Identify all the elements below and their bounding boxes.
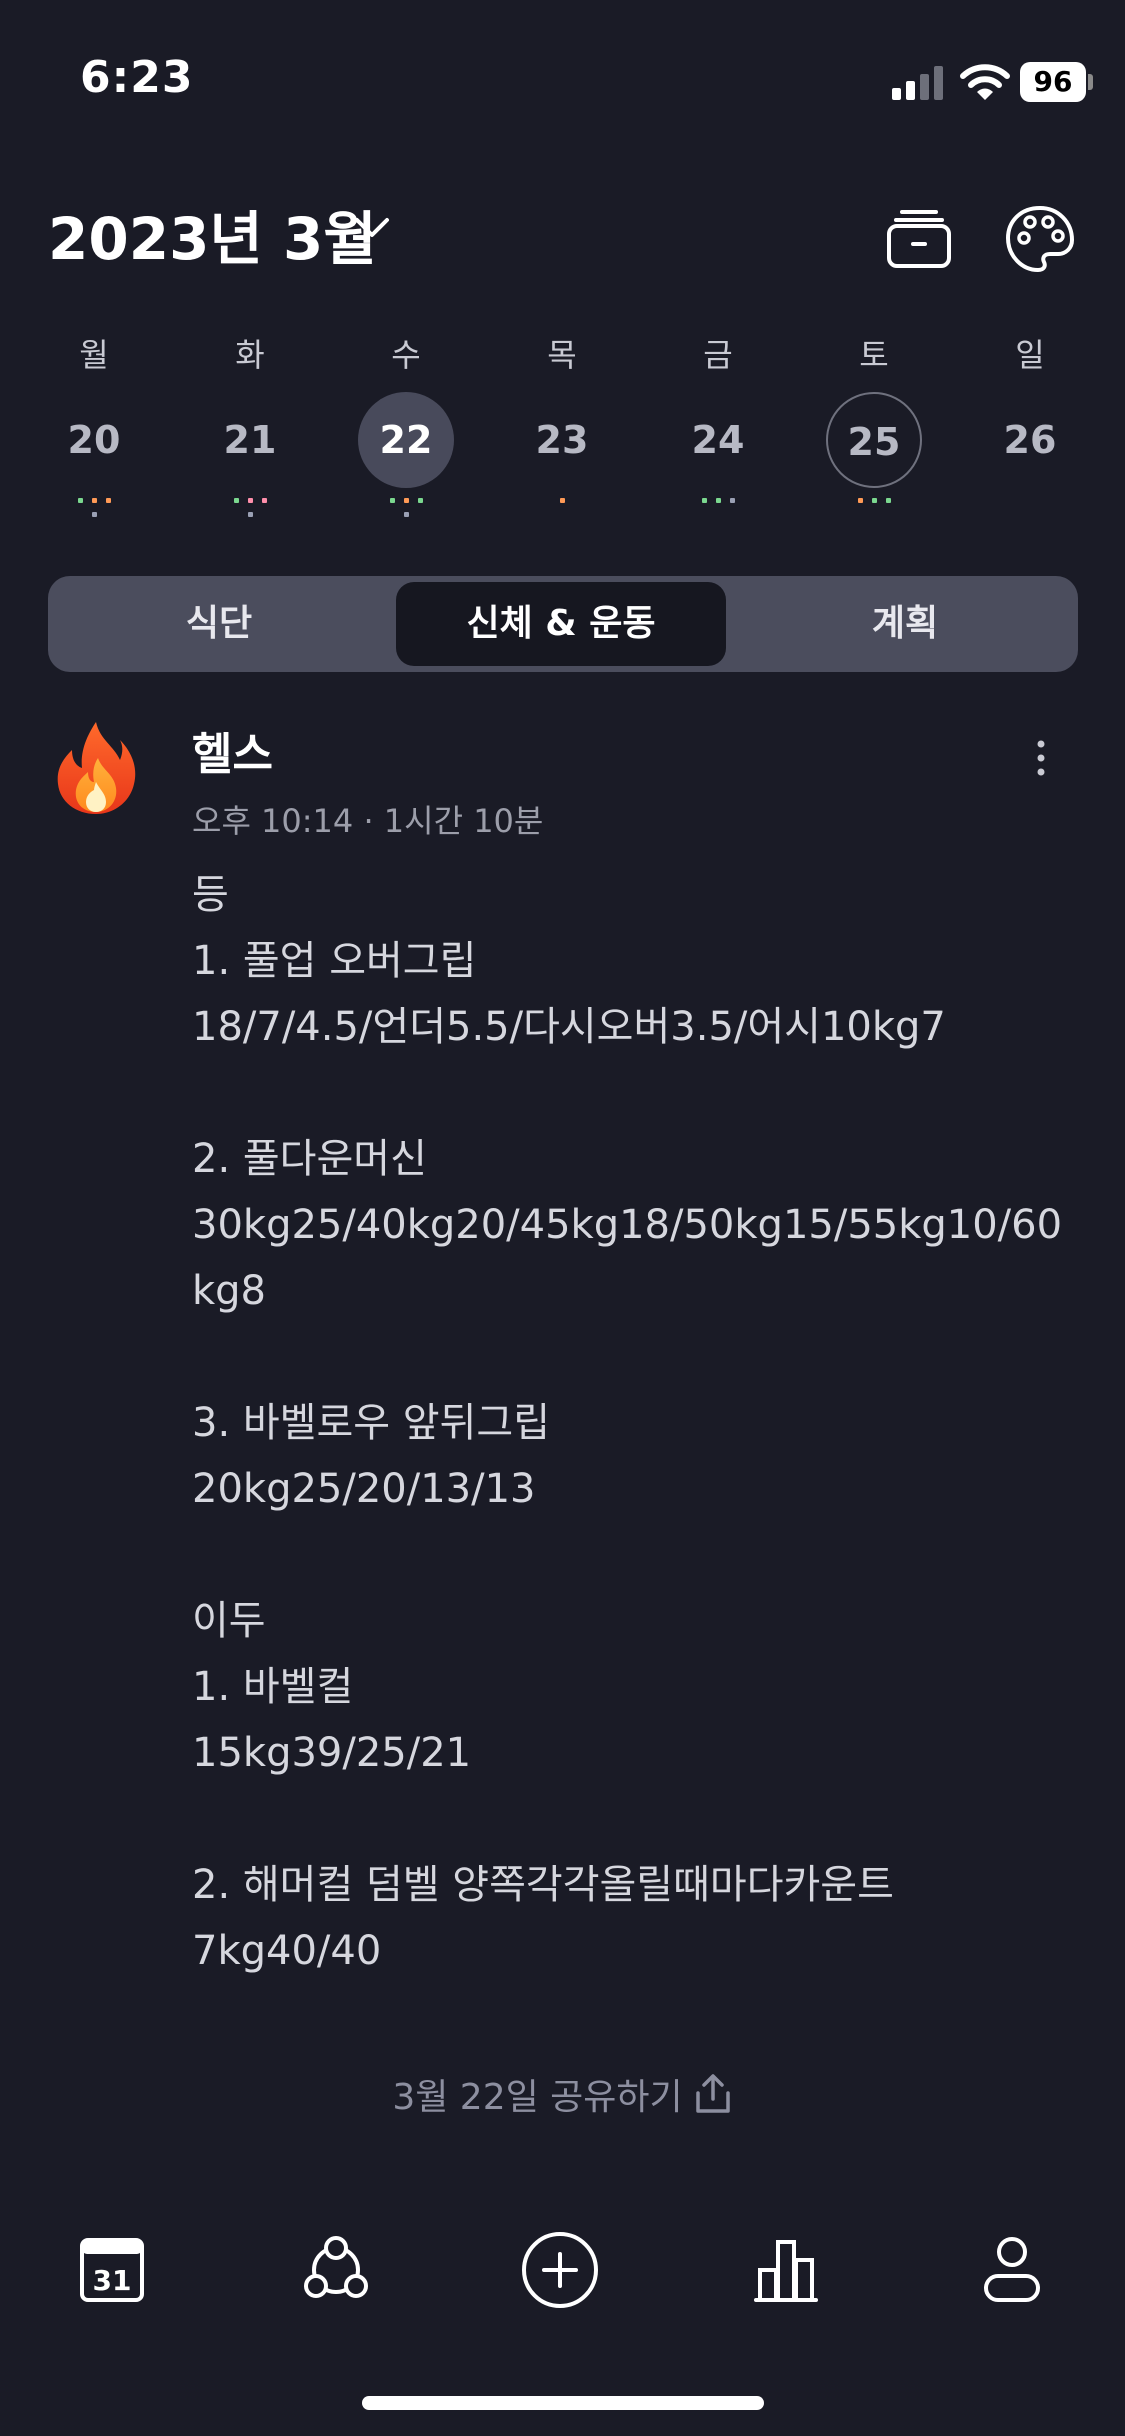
day-number[interactable]: 20	[46, 392, 142, 488]
day-24[interactable]: 금 24	[663, 330, 773, 530]
cellular-signal-icon	[892, 66, 943, 100]
share-label: 3월 22일 공유하기	[392, 2077, 683, 2118]
activity-dot	[390, 498, 395, 503]
day-number[interactable]: 24	[670, 392, 766, 488]
activity-dot	[92, 498, 97, 503]
day-20[interactable]: 월 20	[39, 330, 149, 530]
activity-dots	[39, 498, 149, 528]
day-of-week-label: 토	[859, 336, 889, 374]
activity-dot	[248, 498, 253, 503]
day-21[interactable]: 화 21	[195, 330, 305, 530]
day-of-week-label: 일	[1015, 336, 1045, 374]
day-number[interactable]: 26	[982, 392, 1078, 488]
day-26[interactable]: 일 26	[975, 330, 1085, 530]
month-title[interactable]: 2023년 3월	[48, 192, 377, 276]
day-22[interactable]: 수 22	[351, 330, 461, 530]
fire-icon	[57, 722, 136, 814]
wifi-icon	[960, 64, 1010, 100]
activity-dot	[106, 498, 111, 503]
calendar-icon[interactable]: 31	[72, 2230, 152, 2310]
day-number[interactable]: 23	[514, 392, 610, 488]
activity-dots	[507, 498, 617, 528]
share-icon	[695, 2074, 730, 2113]
day-number[interactable]: 21	[202, 392, 298, 488]
activity-dot	[404, 498, 409, 503]
bottom-tab-bar: 31	[0, 2220, 1125, 2340]
activity-dot	[702, 498, 707, 503]
profile-icon[interactable]	[972, 2230, 1052, 2310]
activity-dot	[872, 498, 877, 503]
week-strip: 월 20 화 21 수 22 목 23 금 24 토 25 일 26	[0, 330, 1125, 530]
activity-dot	[248, 512, 253, 517]
home-indicator	[362, 2396, 764, 2410]
activity-dots	[819, 498, 929, 528]
day-23[interactable]: 목 23	[507, 330, 617, 530]
calendar-day-number: 31	[93, 2264, 132, 2297]
day-of-week-label: 수	[391, 336, 421, 374]
status-time: 6:23	[80, 52, 194, 103]
activity-dot	[560, 498, 565, 503]
activity-dot	[92, 512, 97, 517]
activity-dots	[663, 498, 773, 528]
statistics-icon[interactable]	[746, 2230, 826, 2310]
entry-meta: 오후 10:14 · 1시간 10분	[192, 802, 544, 840]
day-of-week-label: 화	[235, 336, 265, 374]
tab-diet[interactable]: 식단	[54, 582, 384, 666]
segmented-control: 식단 신체 & 운동 계획	[48, 576, 1078, 672]
activity-dot	[418, 498, 423, 503]
day-number[interactable]: 22	[358, 392, 454, 488]
activity-dots	[195, 498, 305, 528]
activity-dot	[78, 498, 83, 503]
activity-dot	[886, 498, 891, 503]
activity-dot	[858, 498, 863, 503]
add-icon[interactable]	[520, 2230, 600, 2310]
activity-dot	[262, 498, 267, 503]
activity-dot	[730, 498, 735, 503]
day-of-week-label: 금	[703, 336, 733, 374]
activity-dot	[716, 498, 721, 503]
day-number[interactable]: 25	[826, 392, 922, 488]
battery-indicator: 96	[1020, 62, 1086, 102]
tab-plan[interactable]: 계획	[738, 582, 1072, 666]
day-of-week-label: 목	[547, 336, 577, 374]
entry-body: 등 1. 풀업 오버그립 18/7/4.5/언더5.5/다시오버3.5/어시10…	[192, 872, 1063, 1974]
activity-dot	[234, 498, 239, 503]
more-options-icon[interactable]	[1026, 736, 1056, 780]
activity-dots	[351, 498, 461, 528]
chevron-down-icon[interactable]	[352, 214, 392, 242]
day-of-week-label: 월	[79, 336, 109, 374]
archive-box-icon[interactable]	[886, 208, 952, 270]
activity-dots	[975, 498, 1085, 528]
community-icon[interactable]	[296, 2230, 376, 2310]
palette-icon[interactable]	[1004, 204, 1076, 274]
tab-body-exercise[interactable]: 신체 & 운동	[396, 582, 726, 666]
activity-dot	[404, 512, 409, 517]
entry-title: 헬스	[192, 729, 273, 780]
day-25[interactable]: 토 25	[819, 330, 929, 530]
battery-cap	[1088, 74, 1093, 90]
share-button[interactable]: 3월 22일 공유하기	[0, 2068, 1125, 2120]
